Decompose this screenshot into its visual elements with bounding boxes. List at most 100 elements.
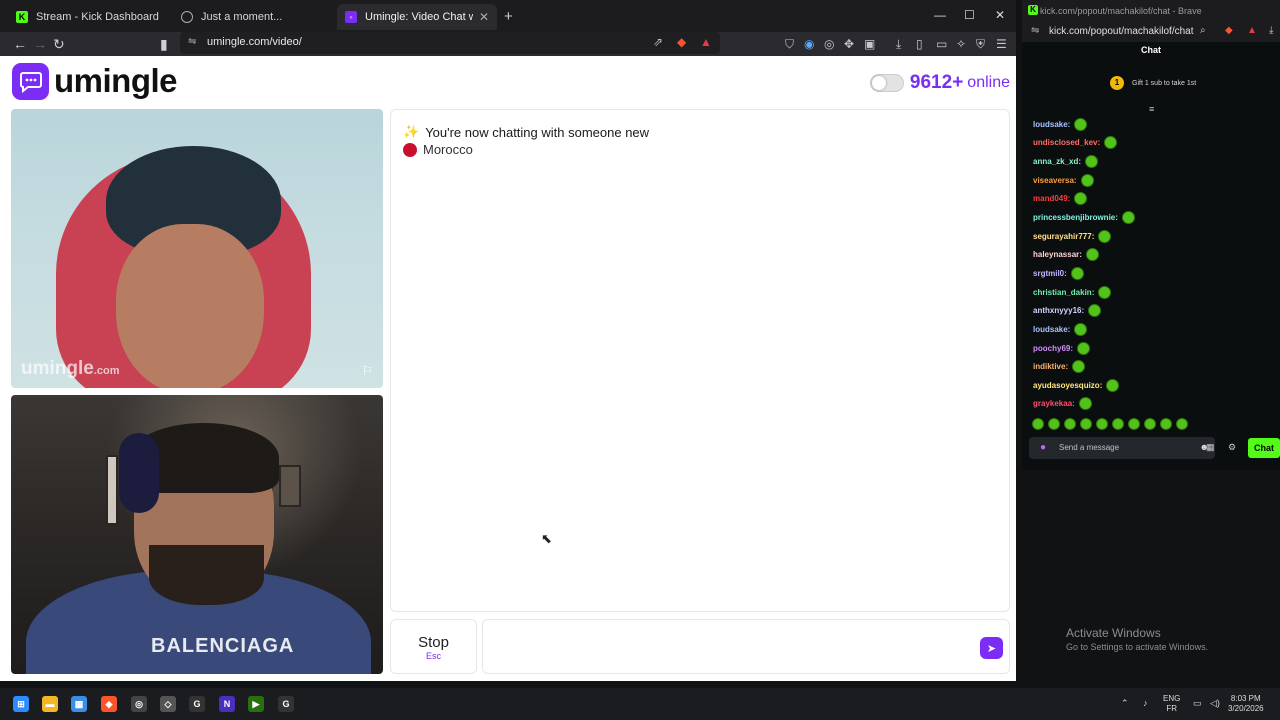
reload-icon[interactable]: ↻ [53, 36, 65, 53]
next-icon[interactable]: N [219, 696, 235, 712]
chat-username[interactable]: loudsake: [1033, 325, 1070, 334]
ghub-icon-2[interactable]: G [278, 696, 294, 712]
new-tab-button[interactable]: + [504, 8, 513, 25]
tab-just-a-moment[interactable]: Just a moment... [173, 4, 338, 30]
emote-icon [1074, 322, 1088, 336]
emote-icon[interactable] [1176, 418, 1188, 430]
brave-rewards-icon[interactable]: ▲ [1247, 25, 1257, 36]
brave-rewards-icon[interactable]: ▲ [700, 35, 712, 49]
windows-start-icon[interactable]: ⊞ [13, 696, 29, 712]
kick-chat-button[interactable]: Chat [1248, 438, 1280, 458]
file-explorer-icon[interactable]: ▬ [42, 696, 58, 712]
chat-message: ayudasoyesquizo: [1033, 376, 1273, 395]
chat-username[interactable]: segurayahir777: [1033, 232, 1094, 241]
emote-icon [1085, 248, 1099, 262]
store-icon[interactable]: ▦ [71, 696, 87, 712]
download-icon[interactable]: ⤓ [896, 37, 901, 52]
volume-icon[interactable]: ◁) [1210, 698, 1220, 709]
send-icon[interactable]: ➤ [980, 637, 1003, 659]
mic-icon[interactable]: ● [1040, 442, 1046, 453]
sub-gift-banner[interactable]: 1 Gift 1 sub to take 1st [1110, 76, 1196, 90]
share-icon[interactable]: ⇗ [653, 35, 663, 49]
pinned-chevron-icon[interactable]: ≡ [1149, 104, 1154, 114]
chat-username[interactable]: princessbenjibrownie: [1033, 213, 1118, 222]
sidebar-icon[interactable]: ▯ [916, 37, 923, 51]
leo-ai-icon[interactable]: ✧ [956, 37, 966, 51]
site-info-icon[interactable]: ⇋ [188, 36, 196, 47]
site-info-icon[interactable]: ⇋ [1031, 25, 1039, 36]
store-icon[interactable]: ▦ [1206, 442, 1215, 453]
network-icon[interactable]: ▭ [1193, 698, 1202, 709]
umingle-icon: ◦ [345, 11, 357, 23]
tab-kick-dashboard[interactable]: K Stream - Kick Dashboard [8, 4, 173, 30]
url-bar[interactable]: ⇋ umingle.com/video/ ⇗ ◆ ▲ [180, 32, 720, 54]
message-input[interactable]: ➤ [482, 619, 1010, 674]
chat-username[interactable]: graykekaa: [1033, 399, 1075, 408]
emote-icon [1080, 173, 1094, 187]
chat-username[interactable]: christian_dakin: [1033, 288, 1094, 297]
kick-url-bar[interactable]: ⇋ kick.com/popout/machakilof/chat ⌕ ◆ ▲ … [1022, 22, 1280, 42]
back-icon[interactable]: ← [13, 36, 27, 52]
bookmark-icon[interactable]: ▮ [160, 36, 168, 53]
brave-shields-icon[interactable]: ◆ [677, 35, 686, 49]
emote-icon[interactable] [1128, 418, 1140, 430]
url-text: umingle.com/video/ [207, 36, 302, 48]
chat-message: anna_zk_xd: [1033, 152, 1273, 171]
theme-toggle[interactable] [869, 74, 904, 92]
chat-username[interactable]: haleynassar: [1033, 250, 1082, 259]
chat-username[interactable]: indiktive: [1033, 362, 1068, 371]
chat-username[interactable]: srgtmil0: [1033, 269, 1067, 278]
tab-umingle[interactable]: ◦ Umingle: Video Chat with Str ✕ [337, 4, 497, 30]
tab-search-icon[interactable]: ▣ [864, 37, 875, 51]
stop-button[interactable]: Stop Esc [390, 619, 477, 674]
forward-icon[interactable]: → [33, 36, 47, 52]
steam-icon[interactable]: ◎ [131, 696, 147, 712]
wallet-icon[interactable]: ▭ [936, 37, 947, 51]
download-icon[interactable]: ⤓ [1269, 25, 1273, 36]
chat-username[interactable]: viseaversa: [1033, 176, 1077, 185]
shield-icon[interactable]: ⛉ [785, 37, 794, 52]
audio-icon[interactable]: ◉ [804, 37, 814, 51]
chat-username[interactable]: undisclosed_kev: [1033, 138, 1100, 147]
tray-chevron-icon[interactable]: ⌃ [1121, 698, 1129, 709]
minimize-button[interactable]: — [934, 8, 946, 22]
app-icon[interactable]: ◇ [160, 696, 176, 712]
maximize-button[interactable]: ☐ [964, 8, 975, 22]
chat-message: christian_dakin: [1033, 283, 1273, 302]
emote-icon[interactable] [1032, 418, 1044, 430]
settings-gear-icon[interactable]: ⚙ [1228, 442, 1236, 453]
umingle-watermark: umingle.com [21, 358, 120, 379]
close-window-button[interactable]: ✕ [995, 8, 1005, 22]
emote-icon[interactable] [1064, 418, 1076, 430]
report-flag-icon[interactable]: ⚐ [361, 363, 373, 379]
emote-icon[interactable] [1144, 418, 1156, 430]
brave-shields-icon[interactable]: ◆ [1225, 25, 1233, 36]
chat-username[interactable]: poochy69: [1033, 344, 1073, 353]
kick-message-input[interactable]: ● Send a message ☻ [1029, 437, 1215, 459]
extensions-icon[interactable]: ✥ [844, 37, 854, 51]
emote-icon[interactable] [1048, 418, 1060, 430]
search-icon[interactable]: ⌕ [1200, 25, 1206, 36]
mouse-cursor-icon: ⬉ [541, 531, 552, 546]
emote-icon[interactable] [1112, 418, 1124, 430]
umingle-logo[interactable]: umingle [12, 62, 178, 100]
close-tab-icon[interactable]: ✕ [473, 10, 489, 24]
system-clock[interactable]: 8:03 PM 3/20/2026 [1228, 694, 1264, 714]
vpn-icon[interactable]: ◎ [824, 37, 834, 51]
chat-username[interactable]: anthxnyyy16: [1033, 306, 1084, 315]
media-player-icon[interactable]: ▶ [248, 696, 264, 712]
vpn-shield-icon[interactable]: ⛨ [976, 37, 985, 52]
chat-username[interactable]: anna_zk_xd: [1033, 157, 1081, 166]
brave-taskbar-icon[interactable]: ◆ [101, 696, 117, 712]
emote-icon[interactable] [1096, 418, 1108, 430]
mic-tray-icon[interactable]: ♪ [1143, 698, 1148, 708]
emote-icon[interactable] [1160, 418, 1172, 430]
emote-icon [1074, 117, 1088, 131]
ghub-icon[interactable]: G [189, 696, 205, 712]
emote-icon[interactable] [1080, 418, 1092, 430]
language-indicator[interactable]: ENG FR [1163, 694, 1180, 714]
menu-icon[interactable]: ☰ [996, 37, 1007, 51]
chat-username[interactable]: ayudasoyesquizo: [1033, 381, 1102, 390]
chat-username[interactable]: mand049: [1033, 194, 1070, 203]
chat-username[interactable]: loudsake: [1033, 120, 1070, 129]
